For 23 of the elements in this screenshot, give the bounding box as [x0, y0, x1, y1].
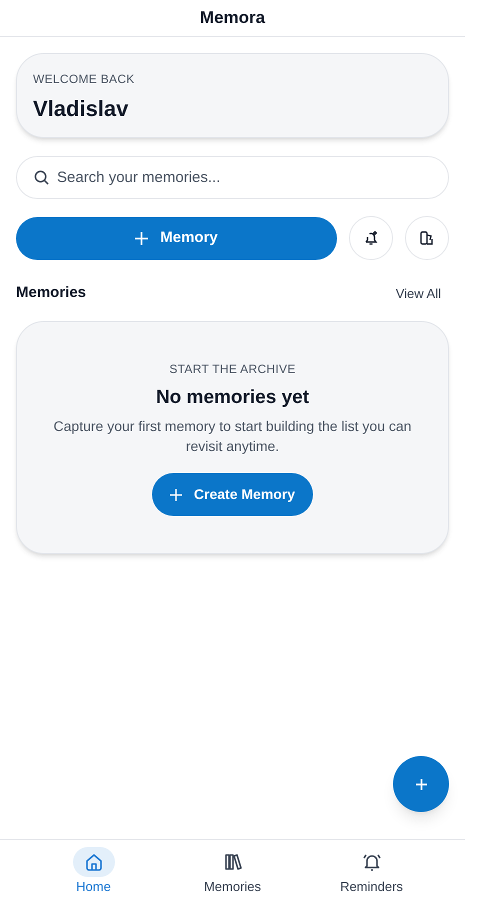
add-memory-button[interactable]: Memory — [16, 216, 337, 260]
home-icon — [84, 852, 104, 872]
theme-button[interactable] — [405, 216, 449, 260]
search-field[interactable]: Search your memories... — [16, 156, 449, 199]
plus-icon — [170, 488, 182, 500]
empty-state-label: START THE ARCHIVE — [169, 360, 296, 378]
user-name: Vladislav — [33, 95, 128, 123]
bell-icon — [362, 852, 382, 872]
nav-tab[interactable]: Reminders — [326, 847, 416, 900]
books-icon — [222, 852, 242, 872]
plus-icon — [416, 778, 426, 790]
empty-state-title: No memories yet — [156, 386, 310, 410]
empty-state-message: Capture your first memory to start building the list you can revisit anytime. — [52, 417, 412, 456]
nav-tab[interactable]: Home — [48, 847, 138, 900]
view-all-link[interactable]: View All — [396, 284, 441, 303]
nav-tab[interactable]: Memories — [188, 847, 278, 900]
add-reminder-button[interactable] — [349, 216, 393, 260]
section-title: Memories — [16, 283, 86, 303]
app-title: Memora — [200, 7, 266, 30]
plus-icon — [135, 232, 148, 244]
search-icon — [34, 170, 49, 185]
welcome-label: WELCOME BACK — [33, 71, 135, 88]
create-memory-button[interactable]: Create Memory — [152, 473, 314, 516]
